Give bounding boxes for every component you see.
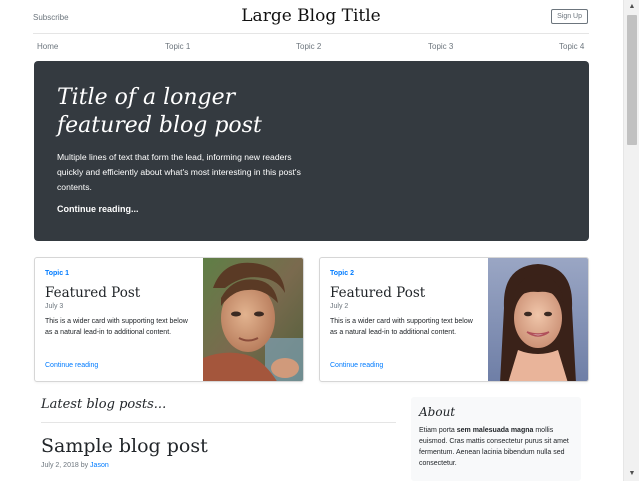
card-date: July 2 xyxy=(330,303,349,310)
vertical-scrollbar[interactable]: ▲ ▼ xyxy=(623,0,639,481)
scroll-thumb[interactable] xyxy=(627,15,637,145)
card-text: This is a wider card with supporting tex… xyxy=(45,318,188,336)
about-text-bold: sem malesuada magna xyxy=(456,427,534,434)
card-continue-link[interactable]: Continue reading xyxy=(330,362,383,369)
card-text: This is a wider card with supporting tex… xyxy=(330,318,473,336)
nav-item-topic-1[interactable]: Topic 1 xyxy=(165,42,190,51)
featured-jumbotron: Title of a longer featured blog post Mul… xyxy=(34,61,589,241)
featured-lead: Multiple lines of text that form the lea… xyxy=(57,152,301,192)
about-title: About xyxy=(419,405,456,419)
card-topic[interactable]: Topic 1 xyxy=(45,270,69,277)
continue-reading-link[interactable]: Continue reading... xyxy=(57,204,139,214)
post-title: Sample blog post xyxy=(41,435,208,457)
card-continue-link[interactable]: Continue reading xyxy=(45,362,98,369)
triangle-down-icon[interactable]: ▼ xyxy=(624,467,639,481)
blog-header: Subscribe Large Blog Title Sign Up xyxy=(33,0,589,34)
about-text: Etiam porta sem malesuada magna mollis e… xyxy=(419,425,573,469)
sign-up-button[interactable]: Sign Up xyxy=(551,9,588,24)
card-topic[interactable]: Topic 2 xyxy=(330,270,354,277)
nav-item-topic-3[interactable]: Topic 3 xyxy=(428,42,453,51)
card-date: July 3 xyxy=(45,303,64,310)
card-title: Featured Post xyxy=(330,285,426,301)
page: Subscribe Large Blog Title Sign Up Home … xyxy=(0,0,623,481)
nav-item-home[interactable]: Home xyxy=(37,42,58,51)
post-meta: July 2, 2018 by Jason xyxy=(41,462,109,469)
featured-card-2: Topic 2 Featured Post July 2 This is a w… xyxy=(319,257,589,382)
post-date: July 2, 2018 by xyxy=(41,462,89,469)
card-thumbnail-woman xyxy=(488,258,588,381)
card-thumbnail-man xyxy=(203,258,303,381)
post-author-link[interactable]: Jason xyxy=(90,462,109,469)
blog-title[interactable]: Large Blog Title xyxy=(33,6,589,26)
about-box: About Etiam porta sem malesuada magna mo… xyxy=(411,397,581,481)
featured-card-1: Topic 1 Featured Post July 3 This is a w… xyxy=(34,257,304,382)
card-title: Featured Post xyxy=(45,285,141,301)
nav-item-topic-4[interactable]: Topic 4 xyxy=(559,42,584,51)
featured-title: Title of a longer featured blog post xyxy=(57,85,262,138)
triangle-up-icon[interactable]: ▲ xyxy=(624,0,639,14)
about-text-start: Etiam porta xyxy=(419,427,457,434)
nav-item-topic-2[interactable]: Topic 2 xyxy=(296,42,321,51)
topic-nav: Home Topic 1 Topic 2 Topic 3 Topic 4 xyxy=(33,34,589,60)
latest-posts-heading: Latest blog posts... xyxy=(41,397,167,412)
section-divider xyxy=(41,422,396,423)
